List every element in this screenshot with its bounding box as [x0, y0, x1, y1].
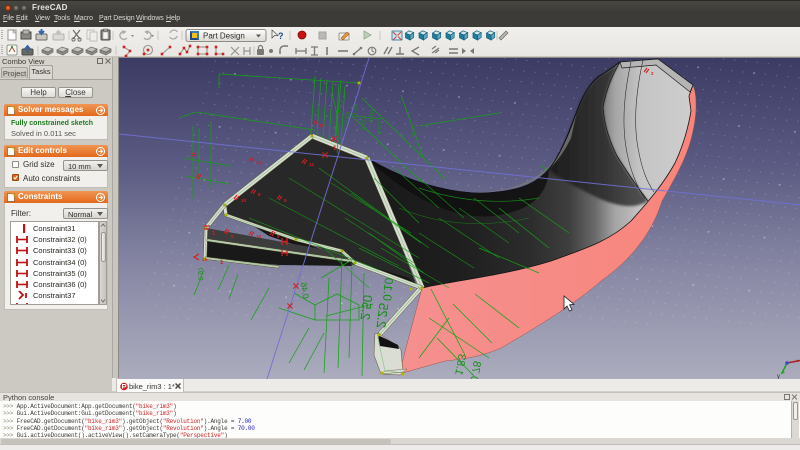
svg-text:0.10: 0.10: [380, 277, 396, 302]
svg-text:14: 14: [256, 160, 262, 165]
svg-text:1.00: 1.00: [359, 117, 367, 130]
svg-text:0.80: 0.80: [375, 121, 383, 134]
svg-text:2.25: 2.25: [373, 302, 391, 329]
svg-text:0.40: 0.40: [343, 111, 351, 124]
svg-text:≠: ≠: [192, 152, 196, 159]
svg-text:0.12: 0.12: [408, 123, 416, 137]
svg-text:0.97: 0.97: [195, 267, 203, 281]
svg-text:10: 10: [256, 234, 262, 239]
svg-text:13: 13: [319, 123, 325, 128]
svg-text:y: y: [777, 374, 780, 379]
svg-text:Part Design: Part Design: [203, 32, 245, 41]
svg-text:0.90: 0.90: [367, 109, 375, 122]
svg-text:2.50: 2.50: [357, 294, 375, 321]
svg-text:?: ?: [278, 31, 284, 41]
svg-text:12: 12: [309, 162, 315, 167]
svg-text:0.30: 0.30: [335, 99, 343, 112]
svg-text:1: 1: [333, 145, 337, 152]
svg-text:10: 10: [241, 198, 247, 203]
svg-text:16: 16: [202, 257, 208, 262]
